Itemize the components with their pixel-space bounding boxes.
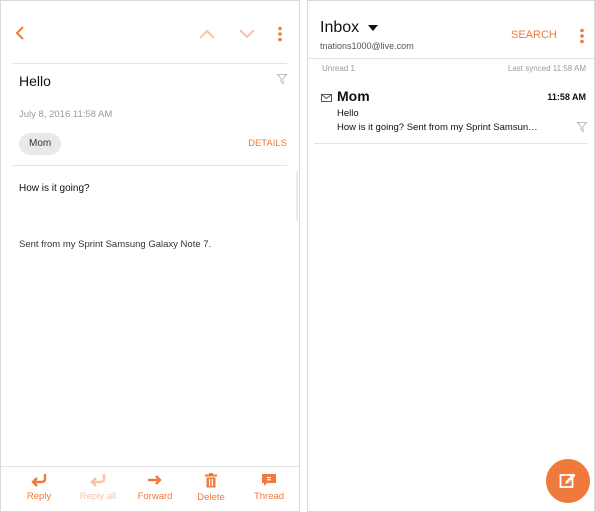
trash-icon xyxy=(205,473,217,488)
list-item[interactable]: Mom 11:58 AM Hello How is it going? Sent… xyxy=(308,81,594,143)
chevron-down-icon[interactable] xyxy=(238,29,256,39)
forward-button[interactable]: Forward xyxy=(127,473,183,502)
more-vert-icon[interactable] xyxy=(277,26,283,42)
message-date: July 8, 2016 11:58 AM xyxy=(19,109,113,120)
reply-label: Reply xyxy=(26,491,52,502)
message-time: 11:58 AM xyxy=(547,92,586,102)
search-button[interactable]: SEARCH xyxy=(511,29,557,41)
action-bar: Reply Reply all Forward Delete Thread xyxy=(1,466,299,511)
detail-toolbar xyxy=(1,1,299,64)
divider xyxy=(308,58,594,59)
flag-icon[interactable] xyxy=(276,73,288,85)
message-preview: How is it going? Sent from my Sprint Sam… xyxy=(337,122,542,133)
sender-chip[interactable]: Mom xyxy=(19,133,62,155)
forward-arrow-icon xyxy=(148,475,162,485)
details-link[interactable]: DETAILS xyxy=(248,138,287,149)
last-synced: Last synced 11:58 AM xyxy=(507,64,586,73)
dropdown-arrow-icon[interactable] xyxy=(368,25,378,31)
message-subject: Hello xyxy=(19,73,51,89)
flag-icon[interactable] xyxy=(576,121,588,133)
more-vert-icon[interactable] xyxy=(579,28,585,44)
account-email: tnations1000@live.com xyxy=(320,41,414,51)
message-subject: Hello xyxy=(337,108,359,119)
reply-icon xyxy=(31,474,47,487)
message-signature: Sent from my Sprint Samsung Galaxy Note … xyxy=(19,239,212,250)
reply-button[interactable]: Reply xyxy=(11,473,67,502)
thread-label: Thread xyxy=(253,491,285,502)
chevron-up-icon[interactable] xyxy=(198,29,216,39)
mailbox-title[interactable]: Inbox xyxy=(320,19,359,37)
reply-all-icon xyxy=(90,474,106,487)
message-body-text: How is it going? xyxy=(19,183,90,194)
scrollbar[interactable] xyxy=(296,171,298,221)
thread-button[interactable]: Thread xyxy=(241,473,297,502)
thread-icon xyxy=(262,474,276,486)
compose-button[interactable] xyxy=(546,459,590,503)
reply-all-button[interactable]: Reply all xyxy=(70,473,126,502)
divider xyxy=(13,63,287,64)
delete-label: Delete xyxy=(197,492,225,503)
divider xyxy=(13,165,287,166)
inbox-panel: Inbox tnations1000@live.com SEARCH Unrea… xyxy=(307,0,595,512)
forward-label: Forward xyxy=(137,491,173,502)
reply-all-label: Reply all xyxy=(79,491,117,502)
message-detail-panel: Hello July 8, 2016 11:58 AM Mom DETAILS … xyxy=(0,0,300,512)
compose-icon xyxy=(559,473,576,488)
message-sender: Mom xyxy=(337,88,370,104)
envelope-icon xyxy=(321,94,332,102)
delete-button[interactable]: Delete xyxy=(183,473,239,503)
divider xyxy=(314,143,588,144)
unread-count: Unread 1 xyxy=(322,64,355,73)
back-arrow-icon[interactable] xyxy=(14,25,26,41)
